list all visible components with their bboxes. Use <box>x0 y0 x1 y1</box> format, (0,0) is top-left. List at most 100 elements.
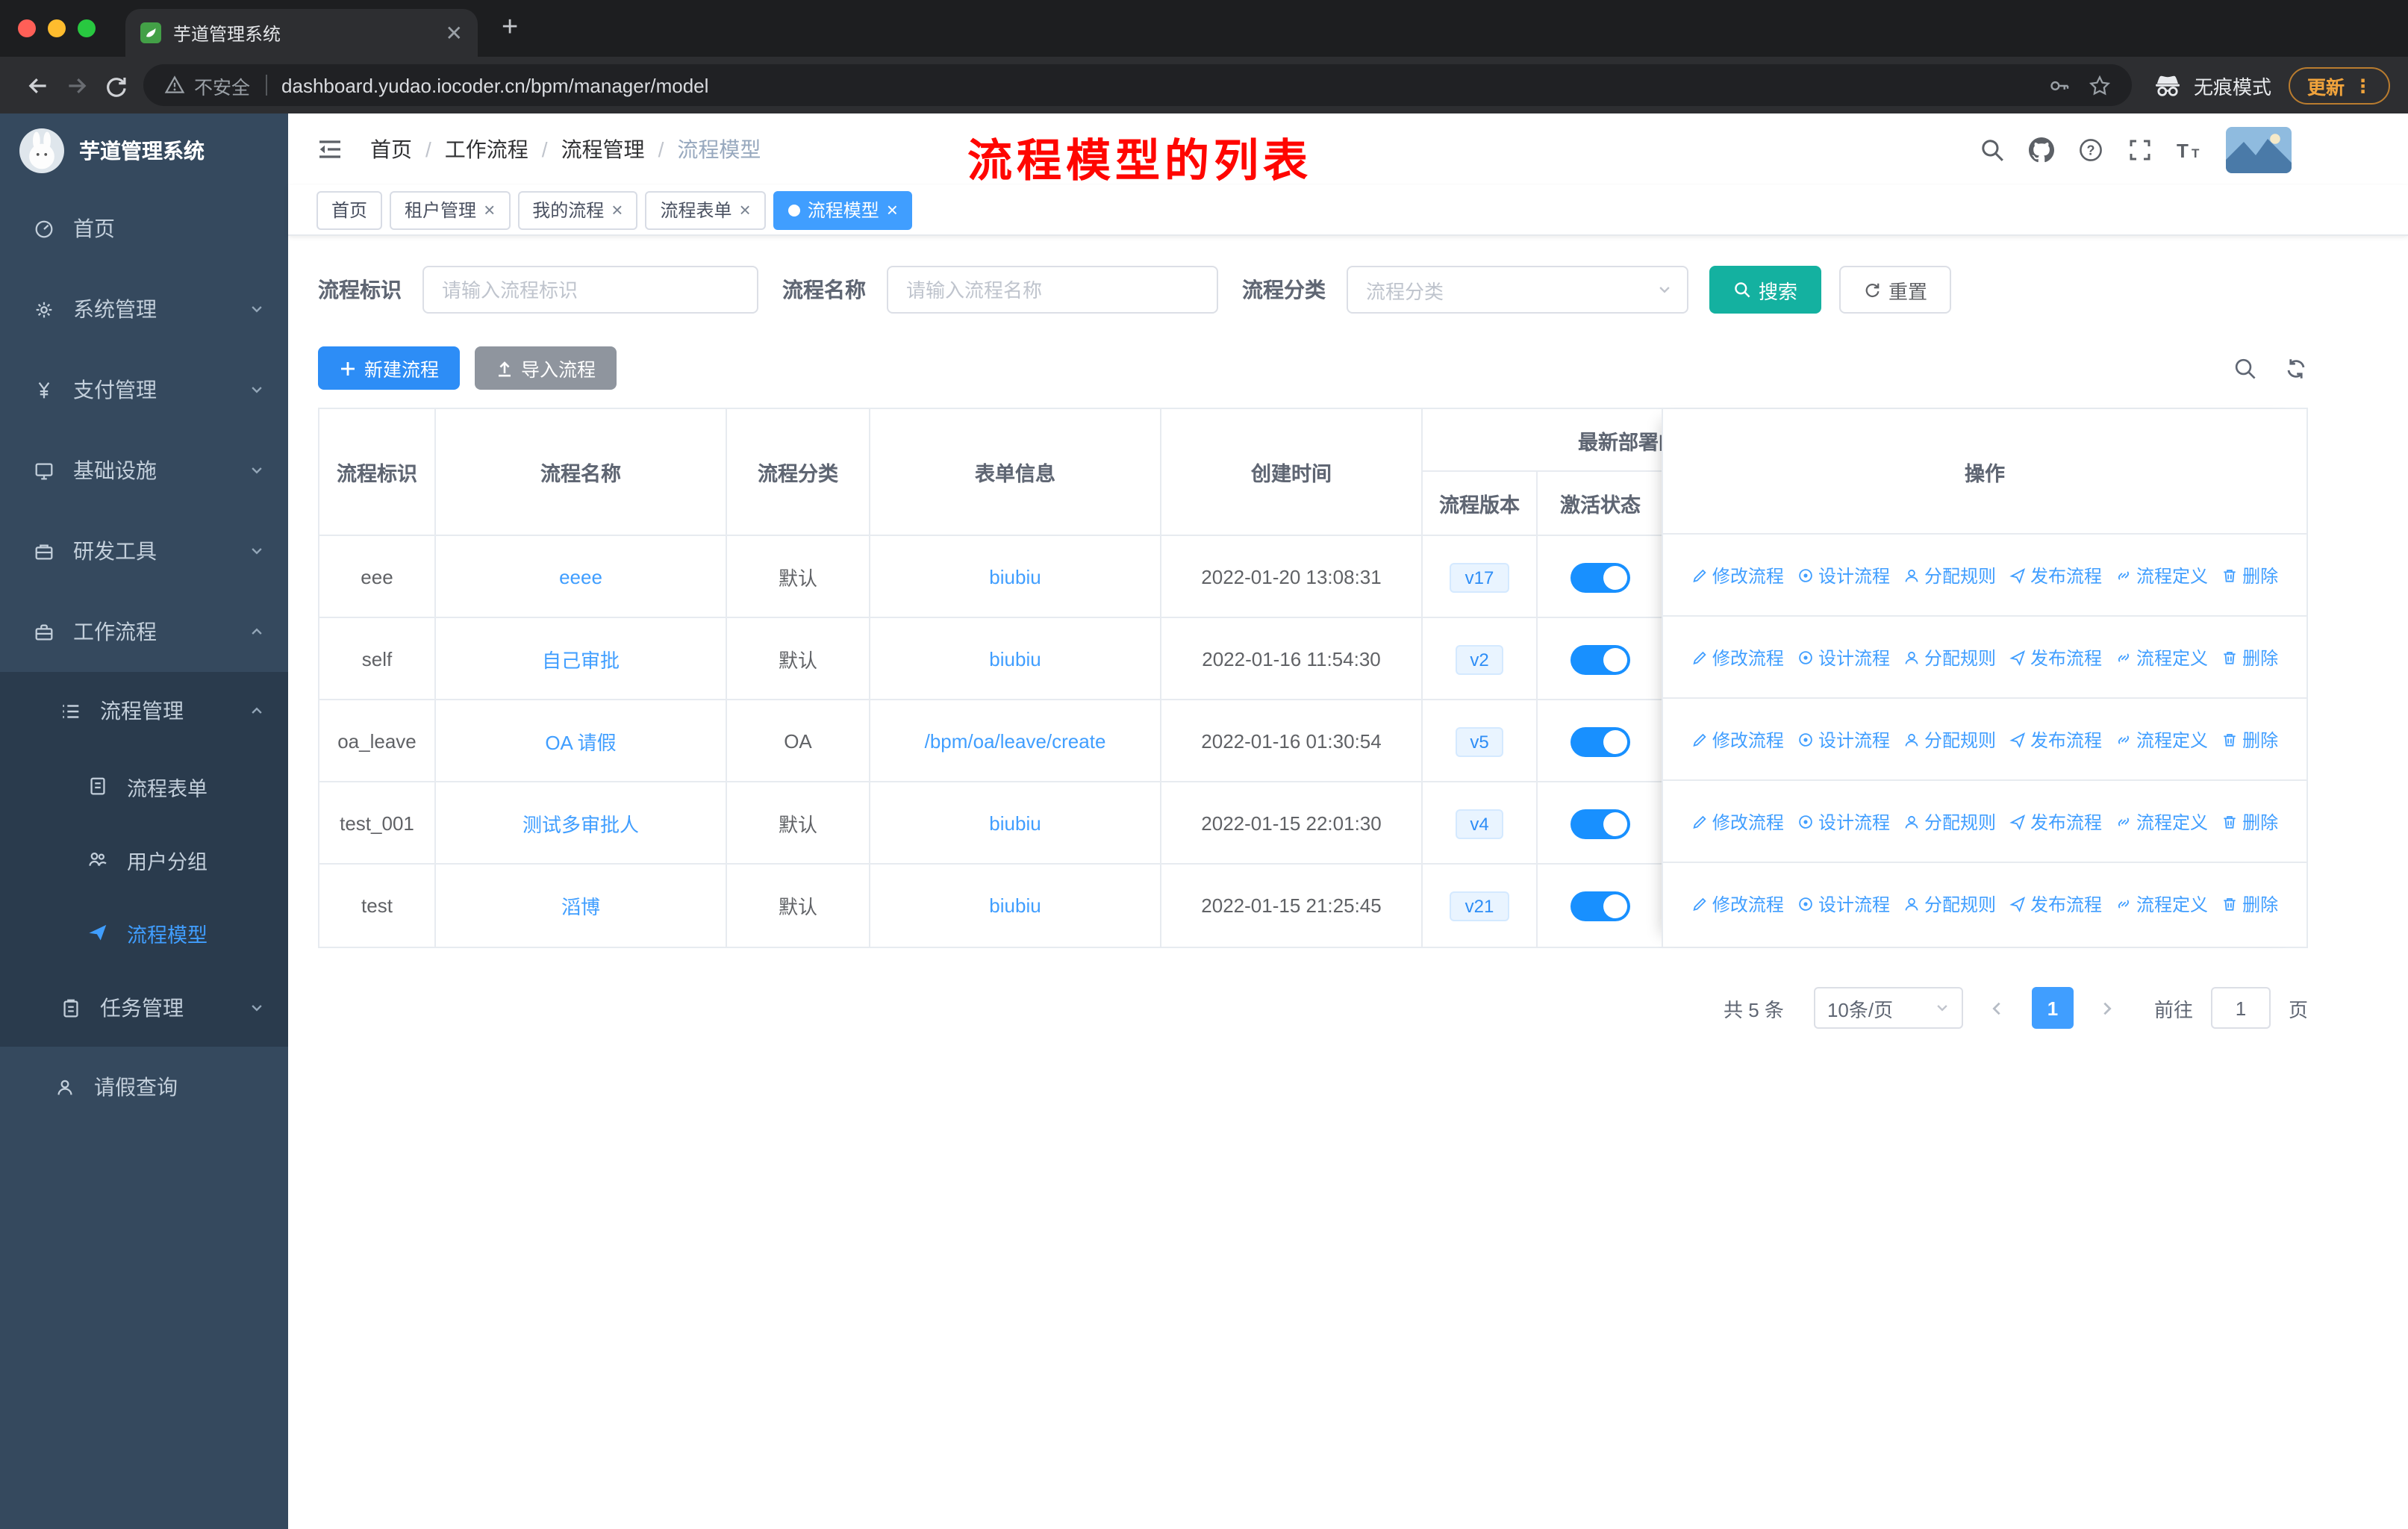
github-button[interactable] <box>2029 137 2054 162</box>
traffic-light-minimize[interactable] <box>48 19 66 37</box>
browser-tab[interactable]: 芋道管理系统 ✕ <box>125 9 478 57</box>
tag-flow-forms[interactable]: 流程表单 × <box>645 190 766 229</box>
tag-flow-models[interactable]: 流程模型 × <box>773 190 913 229</box>
form-link[interactable]: biubiu <box>989 894 1041 917</box>
active-toggle[interactable] <box>1570 644 1630 674</box>
sidebar-item-payment-mgmt[interactable]: 支付管理 <box>0 349 288 430</box>
tag-tenant-mgmt[interactable]: 租户管理 × <box>390 190 511 229</box>
breadcrumb-workflow[interactable]: 工作流程 <box>445 134 528 164</box>
action-publish[interactable]: 发布流程 <box>2009 809 2102 834</box>
sidebar-item-system-mgmt[interactable]: 系统管理 <box>0 269 288 349</box>
action-publish[interactable]: 发布流程 <box>2009 644 2102 670</box>
sidebar-item-dev-tools[interactable]: 研发工具 <box>0 511 288 591</box>
action-definition[interactable]: 流程定义 <box>2115 891 2208 917</box>
sidebar-item-process-forms[interactable]: 流程表单 <box>0 750 288 823</box>
action-assign[interactable]: 分配规则 <box>1903 891 1996 917</box>
prev-page-button[interactable] <box>1978 987 2017 1029</box>
action-delete[interactable]: 删除 <box>2221 726 2278 752</box>
model-name-link[interactable]: 滔博 <box>561 891 600 920</box>
sidebar-collapse-button[interactable] <box>316 136 343 163</box>
traffic-light-close[interactable] <box>18 19 36 37</box>
action-definition[interactable]: 流程定义 <box>2115 726 2208 752</box>
close-icon[interactable]: × <box>611 200 623 219</box>
action-assign[interactable]: 分配规则 <box>1903 809 1996 834</box>
new-tab-button[interactable]: + <box>502 0 518 57</box>
process-name-input[interactable] <box>887 266 1218 314</box>
active-toggle[interactable] <box>1570 726 1630 756</box>
process-category-select[interactable]: 流程分类 <box>1347 266 1688 314</box>
active-toggle[interactable] <box>1570 809 1630 838</box>
table-search-toggle-button[interactable] <box>2233 356 2257 380</box>
page-size-select[interactable]: 10条/页 <box>1813 987 1963 1029</box>
action-edit[interactable]: 修改流程 <box>1691 809 1784 834</box>
form-link[interactable]: /bpm/oa/leave/create <box>925 730 1106 753</box>
forward-button[interactable] <box>57 66 96 105</box>
tag-home[interactable]: 首页 <box>316 190 383 229</box>
process-key-input[interactable] <box>422 266 758 314</box>
sidebar-item-task-mgmt[interactable]: 任务管理 <box>0 969 288 1047</box>
action-design[interactable]: 设计流程 <box>1797 726 1890 752</box>
create-process-button[interactable]: 新建流程 <box>318 346 461 390</box>
action-edit[interactable]: 修改流程 <box>1691 726 1784 752</box>
model-name-link[interactable]: 测试多审批人 <box>523 809 639 838</box>
form-link[interactable]: biubiu <box>989 566 1041 588</box>
action-design[interactable]: 设计流程 <box>1797 644 1890 670</box>
sidebar-item-process-mgmt[interactable]: 流程管理 <box>0 672 288 750</box>
sidebar-item-workflow[interactable]: 工作流程 <box>0 591 288 672</box>
action-publish[interactable]: 发布流程 <box>2009 562 2102 588</box>
next-page-button[interactable] <box>2089 987 2127 1029</box>
user-avatar[interactable] <box>2226 126 2292 172</box>
security-badge[interactable]: 不安全 <box>164 71 250 99</box>
traffic-light-zoom[interactable] <box>78 19 96 37</box>
page-1-button[interactable]: 1 <box>2031 987 2074 1029</box>
action-definition[interactable]: 流程定义 <box>2115 644 2208 670</box>
reset-button[interactable]: 重置 <box>1839 266 1952 314</box>
table-refresh-button[interactable] <box>2284 356 2308 380</box>
sidebar-item-home[interactable]: 首页 <box>0 188 288 269</box>
back-button[interactable] <box>18 66 57 105</box>
action-publish[interactable]: 发布流程 <box>2009 891 2102 917</box>
action-assign[interactable]: 分配规则 <box>1903 562 1996 588</box>
action-design[interactable]: 设计流程 <box>1797 809 1890 834</box>
model-name-link[interactable]: eeee <box>559 566 602 588</box>
breadcrumb-process-mgmt[interactable]: 流程管理 <box>561 134 645 164</box>
import-process-button[interactable]: 导入流程 <box>475 346 617 390</box>
action-assign[interactable]: 分配规则 <box>1903 726 1996 752</box>
address-bar[interactable]: 不安全 dashboard.yudao.iocoder.cn/bpm/manag… <box>143 64 2133 106</box>
reload-button[interactable] <box>96 66 134 105</box>
close-icon[interactable]: × <box>887 200 898 219</box>
sidebar-item-leave-query[interactable]: 请假查询 <box>0 1047 288 1127</box>
model-name-link[interactable]: 自己审批 <box>542 645 620 673</box>
form-link[interactable]: biubiu <box>989 648 1041 670</box>
action-delete[interactable]: 删除 <box>2221 562 2278 588</box>
action-definition[interactable]: 流程定义 <box>2115 562 2208 588</box>
sidebar-item-user-groups[interactable]: 用户分组 <box>0 823 288 896</box>
active-toggle[interactable] <box>1570 562 1630 592</box>
action-assign[interactable]: 分配规则 <box>1903 644 1996 670</box>
action-edit[interactable]: 修改流程 <box>1691 891 1784 917</box>
font-size-button[interactable]: TT <box>2177 137 2202 162</box>
action-delete[interactable]: 删除 <box>2221 891 2278 917</box>
browser-menu-icon[interactable]: ⋮ <box>2354 74 2372 96</box>
close-icon[interactable]: × <box>740 200 751 219</box>
model-name-link[interactable]: OA 请假 <box>545 727 616 756</box>
sidebar-item-process-models[interactable]: 流程模型 <box>0 896 288 969</box>
action-publish[interactable]: 发布流程 <box>2009 726 2102 752</box>
active-toggle[interactable] <box>1570 891 1630 921</box>
goto-page-input[interactable] <box>2210 987 2271 1029</box>
header-search-button[interactable] <box>1980 137 2005 162</box>
sidebar-item-infrastructure[interactable]: 基础设施 <box>0 430 288 511</box>
action-definition[interactable]: 流程定义 <box>2115 809 2208 834</box>
action-edit[interactable]: 修改流程 <box>1691 644 1784 670</box>
action-design[interactable]: 设计流程 <box>1797 562 1890 588</box>
breadcrumb-home[interactable]: 首页 <box>370 134 412 164</box>
fullscreen-button[interactable] <box>2127 137 2153 162</box>
action-delete[interactable]: 删除 <box>2221 809 2278 834</box>
tag-my-flows[interactable]: 我的流程 × <box>517 190 638 229</box>
action-edit[interactable]: 修改流程 <box>1691 562 1784 588</box>
search-button[interactable]: 搜索 <box>1709 266 1822 314</box>
form-link[interactable]: biubiu <box>989 812 1041 835</box>
update-button[interactable]: 更新 ⋮ <box>2289 66 2390 104</box>
help-button[interactable]: ? <box>2078 137 2103 162</box>
password-key-icon[interactable] <box>2049 74 2071 96</box>
